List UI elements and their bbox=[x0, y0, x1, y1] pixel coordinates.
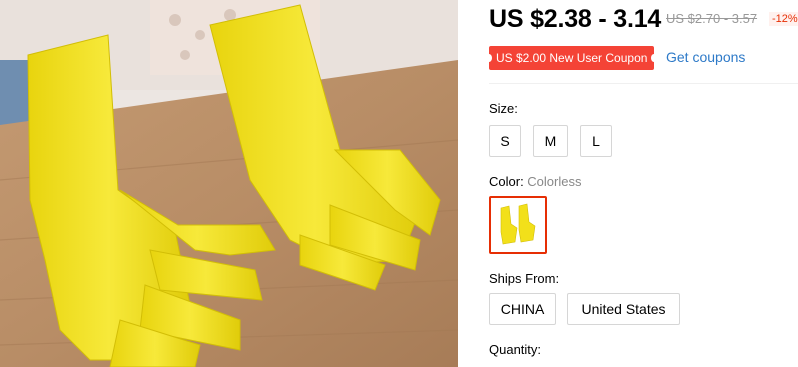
product-info-panel: US $2.38 - 3.14 US $2.70 - 3.57 -12% US … bbox=[485, 0, 798, 367]
ships-from-label: Ships From: bbox=[489, 271, 560, 286]
ships-from-option-china[interactable]: CHINA bbox=[489, 293, 556, 325]
size-option-l[interactable]: L bbox=[580, 125, 612, 157]
size-option-m[interactable]: M bbox=[533, 125, 568, 157]
color-option-colorless[interactable] bbox=[489, 196, 547, 254]
discount-badge: -12% bbox=[769, 12, 798, 26]
color-label: Color: Colorless bbox=[489, 174, 581, 189]
product-image[interactable] bbox=[0, 0, 458, 367]
price-row: US $2.38 - 3.14 US $2.70 - 3.57 -12% bbox=[489, 5, 798, 39]
divider bbox=[489, 83, 798, 84]
new-user-coupon-badge[interactable]: US $2.00 New User Coupon bbox=[485, 46, 658, 70]
size-label: Size: bbox=[489, 101, 518, 116]
color-value: Colorless bbox=[527, 174, 582, 189]
glove-thumbnail-icon bbox=[500, 203, 536, 245]
original-price: US $2.70 - 3.57 bbox=[666, 11, 758, 26]
color-label-text: Color: bbox=[489, 174, 528, 189]
ships-from-option-united-states[interactable]: United States bbox=[567, 293, 680, 325]
size-option-s[interactable]: S bbox=[489, 125, 521, 157]
get-coupons-link[interactable]: Get coupons bbox=[666, 49, 745, 65]
current-price: US $2.38 - 3.14 bbox=[489, 5, 662, 33]
quantity-label: Quantity: bbox=[489, 342, 542, 357]
